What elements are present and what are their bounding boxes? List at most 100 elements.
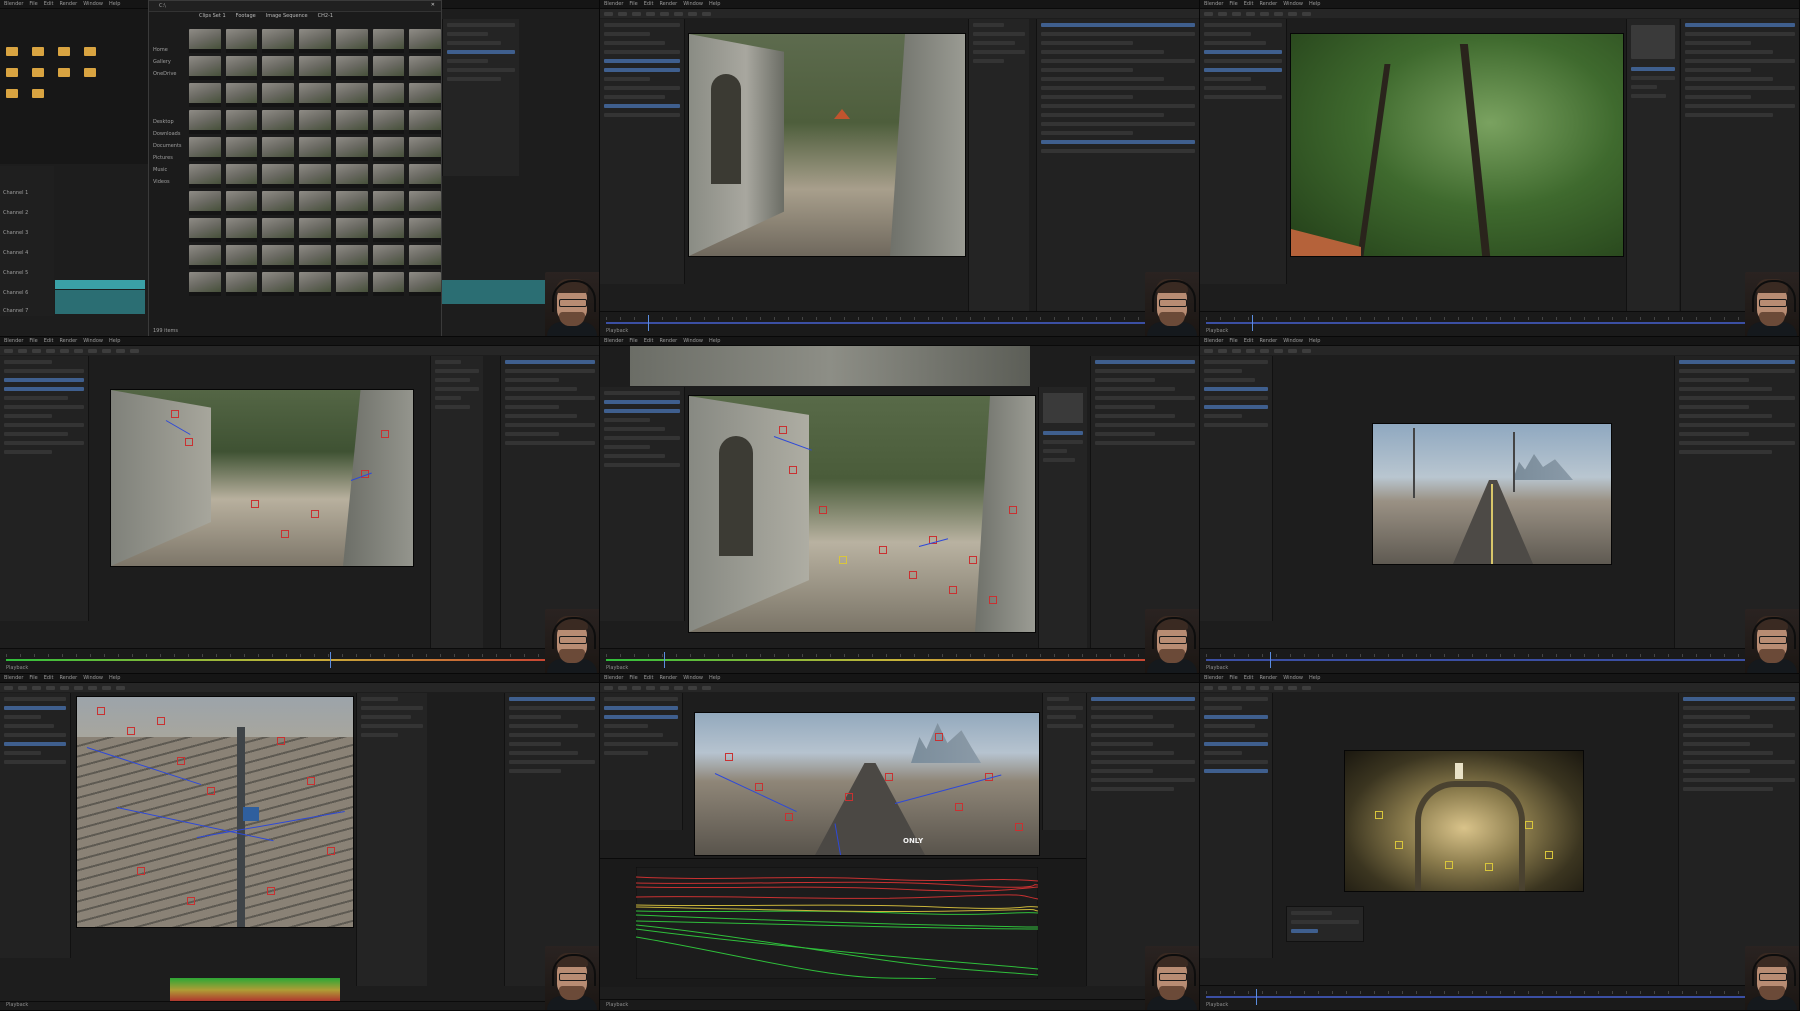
- menu-render[interactable]: Render: [1259, 1, 1277, 7]
- image-thumbnail[interactable]: [372, 191, 405, 215]
- track-marker[interactable]: [277, 737, 285, 745]
- image-thumbnail[interactable]: [372, 164, 405, 188]
- track-marker[interactable]: [1375, 811, 1383, 819]
- menu-help[interactable]: Help: [709, 1, 720, 7]
- menu-file[interactable]: File: [29, 675, 37, 681]
- image-thumbnail[interactable]: [299, 56, 331, 80]
- image-thumbnail[interactable]: [372, 110, 405, 134]
- folder-icon[interactable]: [6, 47, 18, 56]
- image-thumbnail[interactable]: [262, 110, 295, 134]
- image-thumbnail[interactable]: [262, 56, 295, 80]
- folder-icon[interactable]: [84, 68, 96, 77]
- image-thumbnail[interactable]: [372, 29, 405, 53]
- image-thumbnail[interactable]: [299, 29, 331, 53]
- image-thumbnail[interactable]: [335, 137, 368, 161]
- track-marker[interactable]: [725, 753, 733, 761]
- menu-edit[interactable]: Edit: [44, 1, 54, 7]
- image-thumbnail[interactable]: [299, 137, 331, 161]
- track-marker[interactable]: [779, 426, 787, 434]
- image-thumbnail[interactable]: [262, 191, 295, 215]
- sidebar-item-home[interactable]: Home: [153, 47, 168, 53]
- playhead[interactable]: [1256, 989, 1257, 1005]
- graph-editor[interactable]: [600, 858, 1086, 987]
- menu-file[interactable]: File: [1229, 1, 1237, 7]
- image-thumbnail[interactable]: [262, 29, 295, 53]
- clip-viewer[interactable]: [688, 33, 966, 257]
- timeline[interactable]: Playback1: [600, 311, 1199, 336]
- timeline[interactable]: Playback1: [0, 648, 599, 673]
- track-marker[interactable]: [989, 596, 997, 604]
- image-thumbnail[interactable]: [409, 245, 441, 269]
- sequence-strip[interactable]: [55, 290, 145, 314]
- track-marker[interactable]: [97, 707, 105, 715]
- image-thumbnail[interactable]: [189, 245, 221, 269]
- breadcrumb-item[interactable]: CH2-1: [318, 13, 333, 23]
- close-icon[interactable]: ✕: [431, 2, 435, 8]
- menu-file[interactable]: File: [629, 1, 637, 7]
- clip-viewer[interactable]: [1290, 33, 1624, 257]
- track-marker[interactable]: [1525, 821, 1533, 829]
- track-marker[interactable]: [845, 793, 853, 801]
- track-marker[interactable]: [819, 506, 827, 514]
- menu-edit[interactable]: Edit: [44, 338, 54, 344]
- image-thumbnail[interactable]: [225, 272, 258, 296]
- image-thumbnail[interactable]: [409, 218, 441, 242]
- track-marker[interactable]: [177, 757, 185, 765]
- track-marker[interactable]: [185, 438, 193, 446]
- image-thumbnail[interactable]: [225, 191, 258, 215]
- track-marker-selected[interactable]: [839, 556, 847, 564]
- image-thumbnail[interactable]: [189, 29, 221, 53]
- menu-render[interactable]: Render: [1259, 675, 1277, 681]
- timeline[interactable]: Playback1: [600, 999, 1199, 1010]
- track-marker[interactable]: [171, 410, 179, 418]
- breadcrumb-item[interactable]: Clips Set 1: [199, 13, 226, 23]
- menu-window[interactable]: Window: [83, 675, 103, 681]
- menu-help[interactable]: Help: [109, 1, 120, 7]
- track-marker[interactable]: [969, 556, 977, 564]
- image-thumbnail[interactable]: [189, 110, 221, 134]
- track-marker[interactable]: [381, 430, 389, 438]
- menu-render[interactable]: Render: [659, 1, 677, 7]
- menu-render[interactable]: Render: [59, 675, 77, 681]
- menu-help[interactable]: Help: [109, 338, 120, 344]
- image-thumbnail[interactable]: [335, 110, 368, 134]
- image-thumbnail[interactable]: [262, 164, 295, 188]
- track-marker[interactable]: [1485, 863, 1493, 871]
- image-thumbnail[interactable]: [299, 191, 331, 215]
- menu-help[interactable]: Help: [709, 338, 720, 344]
- image-thumbnail[interactable]: [409, 110, 441, 134]
- image-thumbnail[interactable]: [225, 56, 258, 80]
- sidebar-item-pictures[interactable]: Pictures: [153, 155, 173, 161]
- image-thumbnail[interactable]: [189, 164, 221, 188]
- image-thumbnail[interactable]: [335, 56, 368, 80]
- menu-help[interactable]: Help: [709, 675, 720, 681]
- playhead[interactable]: [664, 652, 665, 668]
- menu-edit[interactable]: Edit: [644, 338, 654, 344]
- menu-window[interactable]: Window: [1283, 338, 1303, 344]
- menu-file[interactable]: File: [29, 1, 37, 7]
- clip-viewer[interactable]: [1344, 750, 1584, 892]
- image-thumbnail[interactable]: [409, 164, 441, 188]
- folder-icon[interactable]: [6, 68, 18, 77]
- timeline[interactable]: Playback1: [1200, 648, 1799, 673]
- menu-help[interactable]: Help: [109, 675, 120, 681]
- image-thumbnail[interactable]: [189, 83, 221, 107]
- image-thumbnail[interactable]: [299, 245, 331, 269]
- image-thumbnail[interactable]: [409, 272, 441, 296]
- image-thumbnail[interactable]: [372, 137, 405, 161]
- menu-edit[interactable]: Edit: [644, 675, 654, 681]
- image-thumbnail[interactable]: [299, 164, 331, 188]
- track-marker[interactable]: [1009, 506, 1017, 514]
- folder-icon[interactable]: [84, 47, 96, 56]
- menu-window[interactable]: Window: [683, 675, 703, 681]
- image-thumbnail[interactable]: [262, 137, 295, 161]
- timeline[interactable]: Playback1: [0, 1001, 599, 1010]
- track-marker[interactable]: [311, 510, 319, 518]
- sidebar-item-music[interactable]: Music: [153, 167, 167, 173]
- menu-render[interactable]: Render: [659, 675, 677, 681]
- playhead[interactable]: [330, 652, 331, 668]
- sidebar-item-documents[interactable]: Documents: [153, 143, 182, 149]
- image-thumbnail[interactable]: [299, 110, 331, 134]
- image-thumbnail[interactable]: [372, 218, 405, 242]
- menu-render[interactable]: Render: [59, 1, 77, 7]
